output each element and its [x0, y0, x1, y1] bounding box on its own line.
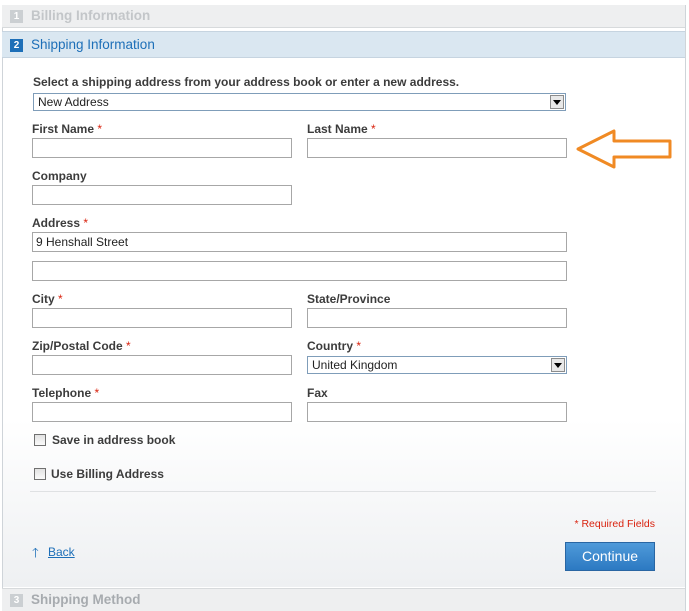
step-number: 3: [10, 594, 23, 607]
back-link[interactable]: Back: [48, 545, 75, 559]
required-mark: *: [97, 122, 103, 136]
telephone-label-text: Telephone: [32, 386, 92, 400]
address-book-intro: Select a shipping address from your addr…: [33, 75, 460, 89]
zip-label-text: Zip/Postal Code: [32, 339, 123, 353]
country-label-text: Country: [307, 339, 353, 353]
company-input[interactable]: [32, 185, 292, 205]
country-label: Country *: [307, 339, 361, 353]
required-mark: *: [83, 216, 89, 230]
step-title: Shipping Information: [31, 37, 155, 52]
last-name-input[interactable]: [307, 138, 567, 158]
required-mark: *: [126, 339, 131, 353]
required-mark: *: [356, 339, 362, 353]
required-mark: *: [371, 122, 376, 136]
step-shipping-method[interactable]: 3 Shipping Method: [2, 588, 685, 611]
zip-label: Zip/Postal Code *: [32, 339, 131, 353]
required-mark: *: [58, 292, 63, 306]
telephone-label: Telephone *: [32, 386, 99, 400]
continue-button[interactable]: Continue: [565, 542, 655, 571]
address-book-select-value: New Address: [38, 95, 109, 109]
country-select[interactable]: United Kingdom: [307, 356, 567, 374]
city-label: City *: [32, 292, 63, 306]
step-billing-information[interactable]: 1 Billing Information: [2, 5, 685, 28]
address-book-select[interactable]: New Address: [33, 93, 566, 111]
last-name-label-text: Last Name: [307, 122, 368, 136]
state-label: State/Province: [307, 292, 391, 306]
divider: [30, 491, 656, 492]
required-fields-note: * Required Fields: [574, 518, 655, 530]
city-label-text: City: [32, 292, 55, 306]
step-shipping-information[interactable]: 2 Shipping Information: [2, 31, 685, 58]
address-line1-input[interactable]: [32, 232, 567, 252]
zip-input[interactable]: [32, 355, 292, 375]
address-label: Address *: [32, 216, 88, 230]
step-number: 2: [10, 39, 23, 52]
company-label: Company: [32, 169, 87, 183]
telephone-input[interactable]: [32, 402, 292, 422]
address-label-text: Address: [32, 216, 81, 230]
use-billing-address-label[interactable]: Use Billing Address: [51, 467, 164, 481]
use-billing-address-checkbox[interactable]: [34, 468, 46, 480]
arrow-up-icon[interactable]: 🡑: [32, 544, 39, 566]
state-input[interactable]: [307, 308, 567, 328]
fax-label: Fax: [307, 386, 328, 400]
first-name-label-text: First Name: [32, 122, 95, 136]
city-input[interactable]: [32, 308, 292, 328]
country-select-value: United Kingdom: [312, 358, 398, 372]
chevron-down-icon[interactable]: [551, 358, 565, 372]
first-name-label: First Name *: [32, 122, 102, 136]
fax-input[interactable]: [307, 402, 567, 422]
first-name-input[interactable]: [32, 138, 292, 158]
last-name-label: Last Name *: [307, 122, 376, 136]
save-in-address-book-checkbox[interactable]: [34, 434, 46, 446]
required-mark: *: [94, 386, 100, 400]
chevron-down-icon[interactable]: [550, 95, 564, 109]
arrow-left-icon: [576, 129, 672, 169]
step-number: 1: [10, 10, 23, 23]
step-title: Billing Information: [31, 8, 151, 23]
save-in-address-book-label[interactable]: Save in address book: [52, 433, 175, 447]
address-line2-input[interactable]: [32, 261, 567, 281]
step-title: Shipping Method: [31, 592, 141, 607]
